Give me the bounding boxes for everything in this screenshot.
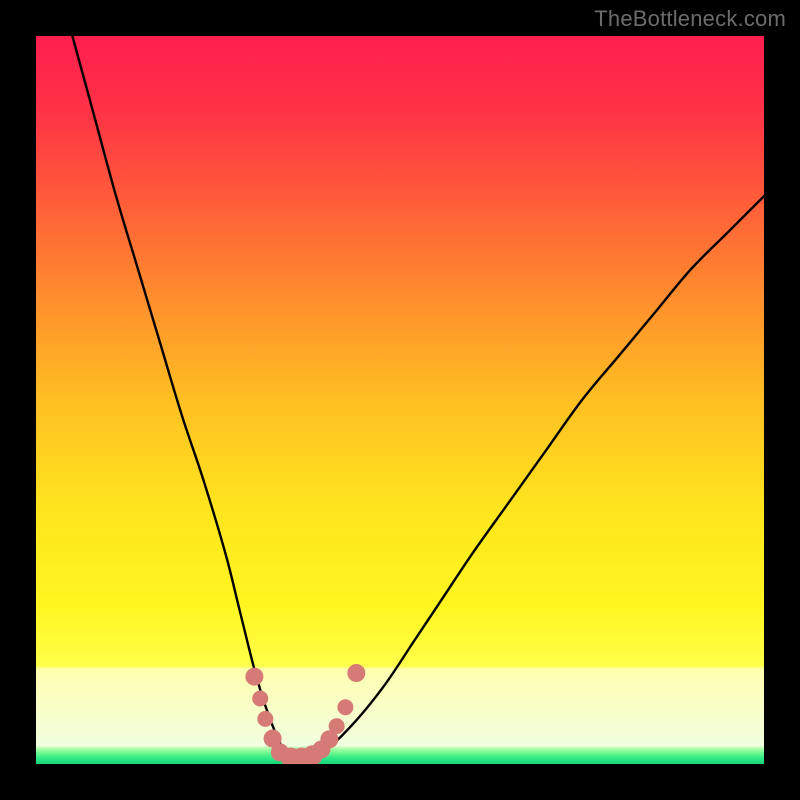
highlight-markers: [245, 664, 365, 764]
curve-layer: [36, 36, 764, 764]
bottleneck-curve: [72, 36, 764, 759]
watermark-text: TheBottleneck.com: [594, 6, 786, 32]
plot-area: [36, 36, 764, 764]
highlight-point: [329, 718, 345, 734]
chart-frame: TheBottleneck.com: [0, 0, 800, 800]
highlight-point: [337, 699, 353, 715]
highlight-point: [245, 668, 263, 686]
highlight-point: [252, 690, 268, 706]
highlight-point: [257, 711, 273, 727]
highlight-point: [347, 664, 365, 682]
